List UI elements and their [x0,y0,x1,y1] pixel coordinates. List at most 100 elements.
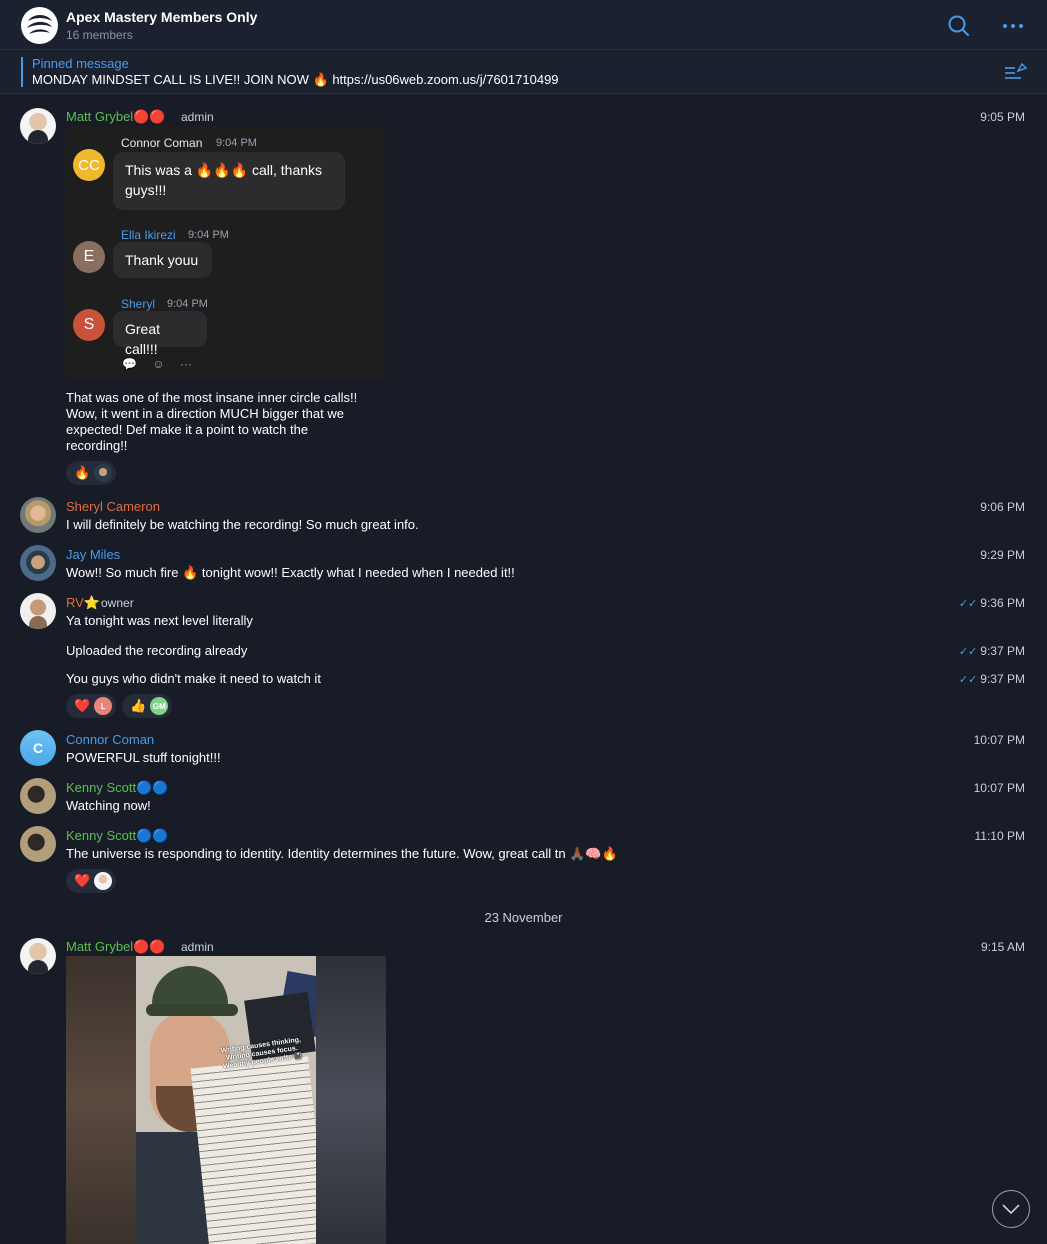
forward-bubble: Thank youu [113,242,212,278]
sender-name-text: RV [66,595,84,610]
date-separator: 23 November [484,910,563,925]
cap-brim [146,1004,238,1016]
message-text[interactable]: Watching now! [66,798,151,813]
reaction-chip[interactable]: ❤️ [66,869,117,893]
member-count: 16 members [66,28,133,42]
forward-sender: Connor Coman [121,136,203,150]
notebook-shape [190,1056,316,1244]
chevron-down-icon[interactable] [992,1190,1030,1228]
reactor-avatar [94,464,113,482]
search-icon[interactable] [946,13,972,39]
message-time: ✓✓ 9:37 PM [959,672,1025,686]
message-time: ✓✓ 9:36 PM [959,596,1025,610]
message-text[interactable]: Wow!! So much fire 🔥 tonight wow!! Exact… [66,565,515,581]
message-time: 9:29 PM [980,548,1025,562]
reaction-chip[interactable]: 👍 GM [122,694,173,718]
reply-icon[interactable]: 💬 [122,357,137,371]
message-time: 11:10 PM [974,829,1025,843]
message-line: recording!! [66,438,128,453]
group-avatar-logo[interactable] [21,7,58,44]
star-icon: ⭐ [83,595,101,610]
reactor-avatar: L [94,697,113,715]
message-time: 9:06 PM [980,500,1025,514]
message-time: 10:07 PM [973,781,1025,795]
react-icon[interactable]: ☺ [152,357,164,371]
more-icon[interactable] [1000,13,1026,39]
message-text[interactable]: The universe is responding to identity. … [66,846,618,862]
sender-name[interactable]: Kenny Scott🔵🔵 [66,780,168,796]
avatar[interactable] [20,938,56,974]
forward-time: 9:04 PM [188,229,229,241]
forward-actions: 💬 ☺ ··· [122,357,204,371]
avatar[interactable]: C [20,730,56,766]
message-text[interactable]: You guys who didn't make it need to watc… [66,671,321,686]
avatar[interactable] [20,497,56,533]
role-badge: owner [101,596,134,610]
avatar[interactable] [20,778,56,814]
pinned-list-icon[interactable] [1003,62,1028,82]
sender-name[interactable]: Jay Miles [66,547,120,562]
pinned-label: Pinned message [32,56,129,71]
forward-time: 9:04 PM [216,137,257,149]
message-text[interactable]: Ya tonight was next level literally [66,613,253,628]
message-time: 9:15 AM [980,940,1025,954]
role-badge: admin [181,940,214,954]
message-text[interactable]: That was one of the most insane inner ci… [66,390,357,454]
message-text[interactable]: POWERFUL stuff tonight!!! [66,750,221,765]
media-photo: Writing causes thinking, Writing causes … [136,956,316,1244]
message-time: 10:07 PM [973,733,1025,747]
sender-name[interactable]: Matt Grybel🔴🔴 [66,939,166,955]
message-time: 9:05 PM [980,110,1025,124]
message-text[interactable]: Uploaded the recording already [66,643,247,658]
sender-name[interactable]: Matt Grybel🔴🔴 [66,109,166,125]
sender-name[interactable]: Sheryl Cameron [66,499,160,514]
avatar[interactable] [20,826,56,862]
time-text: 9:36 PM [980,596,1025,610]
read-check-icon: ✓✓ [958,646,978,658]
forward-sender: Sheryl [121,297,156,311]
message-line: That was one of the most insane inner ci… [66,390,358,405]
media-blur-right [316,956,386,1244]
chat-header: Apex Mastery Members Only 16 members [0,0,1047,50]
reactions: ❤️ L 👍 GM [66,694,173,718]
forward-time: 9:04 PM [167,298,208,310]
more-icon[interactable]: ··· [180,357,192,371]
pinned-indicator [21,57,23,87]
message-time: ✓✓ 9:37 PM [959,644,1025,658]
message-line: expected! Def make it a point to watch t… [66,422,309,437]
fire-emoji: 🔥 [74,465,91,480]
pinned-text[interactable]: MONDAY MINDSET CALL IS LIVE!! JOIN NOW 🔥… [32,72,559,88]
forward-bubble: Great call!!! [113,311,207,357]
forwarded-messages-card[interactable]: Connor Coman 9:04 PM CC This was a 🔥🔥🔥 c… [66,126,386,380]
role-badge: admin [181,110,214,124]
reactor-avatar [94,872,113,890]
avatar[interactable] [20,593,56,629]
reaction-chip[interactable]: 🔥 [66,461,117,485]
media-blur-left [66,956,136,1244]
avatar: E [73,241,105,273]
sender-name[interactable]: RV⭐ [66,595,100,611]
avatar[interactable] [20,545,56,581]
message-line: Wow, it went in a direction MUCH bigger … [66,406,344,421]
time-text: 9:37 PM [980,644,1025,658]
sender-name[interactable]: Connor Coman [66,732,154,747]
heart-emoji: ❤️ [74,698,91,713]
read-check-icon: ✓✓ [958,598,978,610]
reactions: 🔥 [66,461,117,485]
time-text: 9:37 PM [980,672,1025,686]
media-video-preview[interactable]: Writing causes thinking, Writing causes … [66,956,386,1244]
heart-emoji: ❤️ [74,873,91,888]
reactions: ❤️ [66,869,117,893]
thumbs-up-emoji: 👍 [130,698,147,713]
sender-name[interactable]: Kenny Scott🔵🔵 [66,828,168,844]
pinned-message-bar[interactable]: Pinned message MONDAY MINDSET CALL IS LI… [0,51,1047,94]
avatar: CC [73,149,105,181]
avatar: S [73,309,105,341]
group-title[interactable]: Apex Mastery Members Only [66,9,257,25]
avatar[interactable] [20,108,56,144]
forward-bubble: This was a 🔥🔥🔥 call, thanks guys!!! [113,152,345,210]
forward-sender: Ella Ikirezi [121,228,176,242]
message-text[interactable]: I will definitely be watching the record… [66,517,419,532]
reaction-chip[interactable]: ❤️ L [66,694,117,718]
reactor-avatar: GM [150,697,169,715]
